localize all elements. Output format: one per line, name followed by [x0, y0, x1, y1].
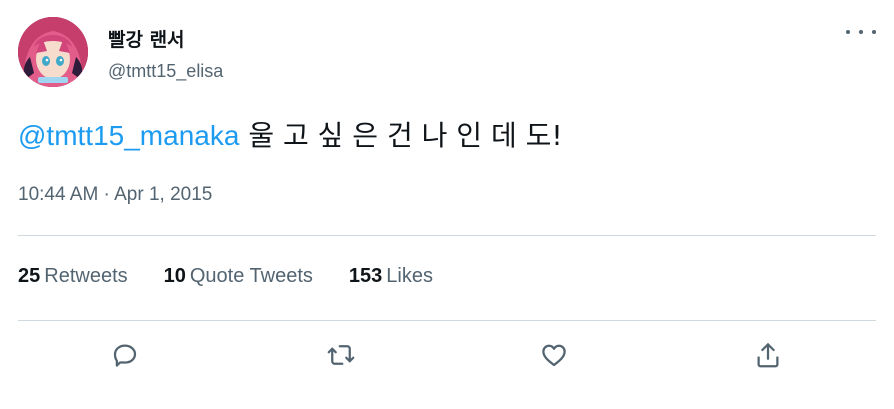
like-button[interactable] — [532, 333, 576, 377]
avatar[interactable] — [18, 17, 88, 87]
share-button[interactable] — [746, 333, 790, 377]
avatar-image — [18, 17, 88, 87]
retweet-button[interactable] — [319, 333, 363, 377]
retweets-stat[interactable]: 25 Retweets — [18, 265, 128, 288]
likes-stat[interactable]: 153 Likes — [349, 265, 433, 288]
retweets-count: 25 — [18, 265, 41, 287]
more-icon-dot — [846, 30, 850, 34]
quote-tweets-stat[interactable]: 10 Quote Tweets — [164, 265, 313, 288]
tweet-stats: 25 Retweets 10 Quote Tweets 153 Likes — [18, 265, 469, 288]
more-options-button[interactable] — [846, 20, 876, 44]
author-handle[interactable]: @tmtt15_elisa — [108, 61, 223, 82]
mention-link[interactable]: @tmtt15_manaka — [18, 120, 239, 151]
author-display-name[interactable]: 빨강 랜서 — [108, 25, 185, 52]
tweet-body: 울 고 싶 은 건 나 인 데 도! — [248, 119, 563, 152]
tweet-text: @tmtt15_manaka 울 고 싶 은 건 나 인 데 도! — [18, 118, 563, 154]
retweets-label: Retweets — [44, 265, 128, 287]
share-icon — [757, 343, 779, 368]
quote-tweets-label: Quote Tweets — [189, 265, 313, 287]
reply-icon — [113, 344, 137, 367]
divider — [18, 320, 876, 321]
tweet-timestamp[interactable]: 10:44 AM · Apr 1, 2015 — [18, 184, 212, 206]
reply-button[interactable] — [103, 333, 147, 377]
like-icon — [542, 344, 566, 367]
likes-count: 153 — [348, 265, 383, 287]
likes-label: Likes — [386, 265, 433, 287]
tweet: 빨강 랜서 @tmtt15_elisa @tmtt15_manaka 울 고 싶… — [0, 0, 894, 409]
tweet-actions — [0, 333, 894, 377]
retweet-icon — [327, 345, 355, 365]
divider — [18, 235, 876, 236]
more-icon-dot — [859, 30, 863, 34]
quote-tweets-count: 10 — [163, 265, 186, 287]
more-icon-dot — [872, 30, 876, 34]
